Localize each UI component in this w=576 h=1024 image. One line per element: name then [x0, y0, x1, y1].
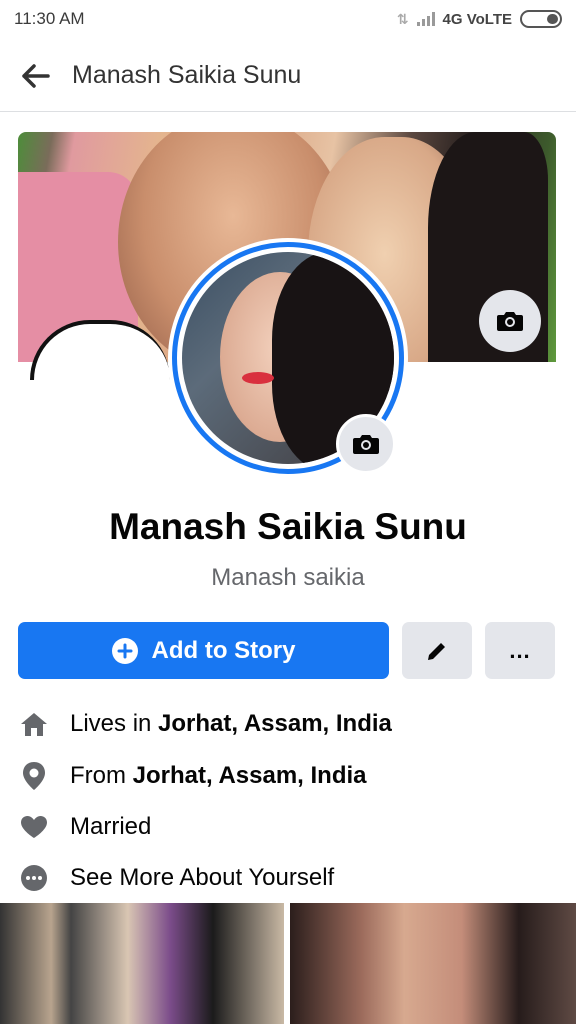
signal-icon: [416, 12, 435, 26]
edit-profile-button[interactable]: [402, 622, 472, 679]
data-transfer-icon: ⇅: [396, 10, 409, 27]
heart-icon: [18, 811, 50, 843]
detail-prefix: From: [70, 762, 133, 789]
edit-cover-photo-button[interactable]: [479, 290, 541, 352]
detail-value: Jorhat, Assam, India: [158, 710, 392, 737]
add-to-story-button[interactable]: Add to Story: [18, 622, 389, 679]
status-bar: 11:30 AM ⇅ 4G VoLTE: [0, 0, 576, 38]
location-pin-icon: [18, 760, 50, 792]
profile-name: Manash Saikia Sunu: [109, 506, 467, 547]
page-title: Manash Saikia Sunu: [72, 61, 302, 89]
network-label: 4G VoLTE: [442, 10, 512, 28]
top-navigation: Manash Saikia Sunu: [0, 40, 576, 112]
photo-strip: [0, 903, 576, 1024]
battery-icon: [520, 10, 562, 28]
status-time: 11:30 AM: [14, 9, 85, 28]
back-button[interactable]: [0, 40, 72, 112]
pencil-icon: [428, 642, 445, 660]
detail-lives-in: Lives in Jorhat, Assam, India: [18, 704, 558, 744]
avatar-detail: [242, 372, 274, 384]
detail-prefix: Lives in: [70, 710, 159, 737]
detail-value: Jorhat, Assam, India: [132, 762, 367, 789]
home-icon: [18, 708, 50, 740]
detail-from: From Jorhat, Assam, India: [18, 756, 558, 796]
detail-text: Married: [70, 813, 152, 840]
status-indicators: ⇅ 4G VoLTE: [397, 10, 562, 28]
photo-thumbnail[interactable]: [290, 903, 576, 1024]
plus-circle-icon: [111, 637, 138, 664]
detail-text: See More About Yourself: [70, 864, 335, 891]
detail-relationship: Married: [18, 807, 558, 847]
arrow-left-icon: [22, 63, 50, 88]
add-to-story-label: Add to Story: [151, 636, 296, 664]
photo-thumbnail[interactable]: [0, 903, 284, 1024]
camera-icon: [497, 312, 523, 331]
more-options-button[interactable]: ...: [485, 622, 555, 679]
camera-icon: [353, 435, 379, 454]
more-dots-icon: [18, 862, 50, 894]
see-more-about-link[interactable]: See More About Yourself: [18, 858, 558, 898]
edit-profile-picture-button[interactable]: [336, 414, 396, 474]
alternate-name: Manash saikia: [211, 564, 365, 591]
